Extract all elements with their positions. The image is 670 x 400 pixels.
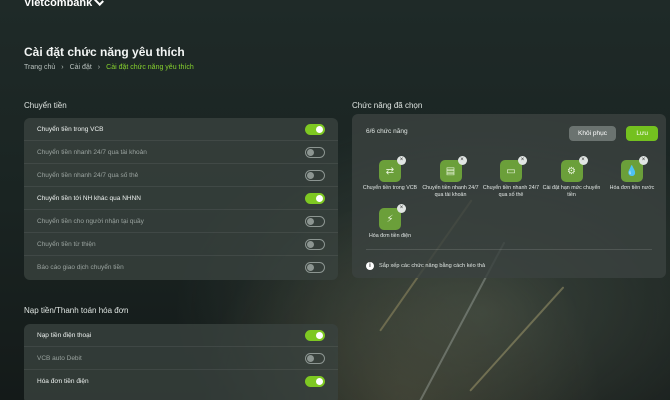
limit-settings-icon: ⚙ × xyxy=(560,156,588,182)
favourite-item[interactable]: 💧 × Hóa đơn tiền nước xyxy=(602,156,662,192)
breadcrumb-current: Cài đặt chức năng yêu thích xyxy=(106,64,194,71)
tile-glyph: 💧 xyxy=(625,165,639,177)
tile-glyph: ⚙ xyxy=(567,165,576,177)
remove-icon[interactable]: × xyxy=(397,204,406,213)
toggle-bao-cao-giao-dich-chuyen-tien[interactable] xyxy=(305,262,325,273)
tile-glyph: ⇄ xyxy=(385,165,395,177)
favourite-item[interactable]: ▭ × Chuyển tiền nhanh 24/7 qua số thẻ xyxy=(481,156,541,199)
toggle-vcb-auto-debit[interactable] xyxy=(305,352,325,364)
breadcrumb-separator: › xyxy=(97,64,101,71)
topup-row: VCB auto Debit xyxy=(24,347,338,370)
tile-glyph: ▤ xyxy=(445,165,456,177)
remove-icon[interactable]: × xyxy=(457,156,467,165)
toggle-chuyen-tien-trong-vcb[interactable] xyxy=(305,123,325,135)
favourite-label: Hóa đơn tiền điện xyxy=(368,233,412,239)
favourite-item[interactable]: ▤ × Chuyển tiền nhanh 24/7 qua tài khoản xyxy=(421,156,481,199)
remove-icon[interactable]: × xyxy=(397,156,406,165)
transfer-label: Chuyển tiền cho người nhận tại quầy xyxy=(37,217,144,225)
topup-settings-card: Nạp tiền điện thoại VCB auto Debit Hóa đơn… xyxy=(24,324,338,400)
favourite-item[interactable]: ⚙ × Cài đặt hạn mức chuyển tiền xyxy=(542,156,602,199)
page-title: Cài đặt chức năng yêu thích xyxy=(24,45,185,59)
breadcrumb-home[interactable]: Trang chủ xyxy=(24,64,55,71)
toggle-chuyen-tien-nhanh-24-7-qua-tai-khoan[interactable] xyxy=(305,146,325,158)
tile-glyph: ▭ xyxy=(506,165,516,177)
selected-functions-card: 6/6 chức năng Khôi phục Lưu ⇄ × Chuyển tiề… xyxy=(352,114,666,278)
drag-hint: i Sắp xếp các chức năng bằng cách kéo th… xyxy=(366,262,485,270)
selected-count: 6/6 chức năng xyxy=(366,127,408,135)
toggle-chuyen-tien-nhanh-24-7-qua-so-the[interactable] xyxy=(305,169,325,181)
topup-label: VCB auto Debit xyxy=(37,354,82,362)
toggle-hoa-don-tien-dien[interactable] xyxy=(305,376,325,387)
transfer-label: Chuyển tiền nhanh 24/7 qua tài khoản xyxy=(37,148,147,156)
info-icon: i xyxy=(366,262,374,270)
breadcrumb: Trang chủ › Cài đặt › Cài đặt chức năng … xyxy=(24,64,194,71)
divider xyxy=(366,249,652,250)
transfer-label: Chuyển tiền trong VCB xyxy=(37,125,104,133)
lightning-icon: ⚡ × xyxy=(379,204,406,230)
favourite-label: Chuyển tiền nhanh 24/7 qua số thẻ xyxy=(482,185,540,199)
logo-check-icon xyxy=(94,0,105,6)
favourite-label: Chuyển tiền nhanh 24/7 qua tài khoản xyxy=(422,185,479,199)
transfer-arrows-icon: ⇄ × xyxy=(379,156,406,182)
vietcombank-logo[interactable]: Vietcombank xyxy=(24,0,105,9)
toggle-chuyen-tien-tu-thien[interactable] xyxy=(305,238,325,250)
toggle-chuyen-tien-toi-nh-khac-qua-nhnn[interactable] xyxy=(305,192,325,204)
topup-row: Hóa đơn tiền điện xyxy=(24,370,338,393)
transfer-row: Chuyển tiền nhanh 24/7 qua số thẻ xyxy=(24,164,338,187)
brand-name: Vietcombank xyxy=(24,0,93,9)
transfer-row: Báo cáo giao dịch chuyển tiền xyxy=(24,256,338,279)
drag-hint-text: Sắp xếp các chức năng bằng cách kéo thả xyxy=(379,263,486,269)
remove-icon[interactable]: × xyxy=(578,156,588,165)
toggle-chuyen-tien-cho-nguoi-nhan-tai-quay[interactable] xyxy=(305,215,325,227)
remove-icon[interactable]: × xyxy=(639,156,648,165)
favourite-label: Hóa đơn tiền nước xyxy=(609,185,655,191)
remove-icon[interactable]: × xyxy=(518,156,527,165)
toggle-nap-tien-dien-thoai[interactable] xyxy=(305,329,325,341)
favourite-label: Cài đặt hạn mức chuyển tiền xyxy=(542,185,601,199)
transfer-settings-card: Chuyển tiền trong VCB Chuyển tiền nhanh 2… xyxy=(24,118,338,280)
favourite-item[interactable]: ⚡ × Hóa đơn tiền điện xyxy=(360,204,420,240)
transfer-row: Chuyển tiền cho người nhận tại quầy xyxy=(24,210,338,233)
breadcrumb-separator: › xyxy=(61,64,64,71)
breadcrumb-settings[interactable]: Cài đặt xyxy=(70,64,92,71)
fast-transfer-card-icon: ▭ × xyxy=(500,156,527,182)
save-button[interactable]: Lưu xyxy=(626,125,658,141)
topup-label: Nạp tiền điện thoại xyxy=(37,331,92,339)
transfer-label: Chuyển tiền nhanh 24/7 qua số thẻ xyxy=(37,171,139,179)
fast-transfer-account-icon: ▤ × xyxy=(439,156,467,182)
water-drop-icon: 💧 × xyxy=(621,156,648,182)
transfer-label: Chuyển tiền tới NH khác qua NHNN xyxy=(37,194,141,202)
transfer-label: Báo cáo giao dịch chuyển tiền xyxy=(37,264,124,271)
topup-row: Nạp tiền điện thoại xyxy=(24,324,338,347)
topup-section-title: Nạp tiền/Thanh toán hóa đơn xyxy=(24,306,129,315)
restore-button[interactable]: Khôi phục xyxy=(569,125,616,141)
transfer-row: Chuyển tiền trong VCB xyxy=(24,118,338,141)
selected-section-title: Chức năng đã chọn xyxy=(352,101,423,110)
topup-label: Hóa đơn tiền điện xyxy=(37,378,89,385)
transfer-label: Chuyển tiền từ thiện xyxy=(37,240,96,248)
tile-glyph: ⚡ xyxy=(386,213,394,225)
favourite-label: Chuyển tiền trong VCB xyxy=(362,185,418,191)
transfer-row: Chuyển tiền nhanh 24/7 qua tài khoản xyxy=(24,141,338,164)
transfer-row: Chuyển tiền từ thiện xyxy=(24,233,338,256)
transfer-section-title: Chuyển tiền xyxy=(24,101,67,110)
favourite-item[interactable]: ⇄ × Chuyển tiền trong VCB xyxy=(360,156,420,192)
transfer-row: Chuyển tiền tới NH khác qua NHNN xyxy=(24,187,338,210)
